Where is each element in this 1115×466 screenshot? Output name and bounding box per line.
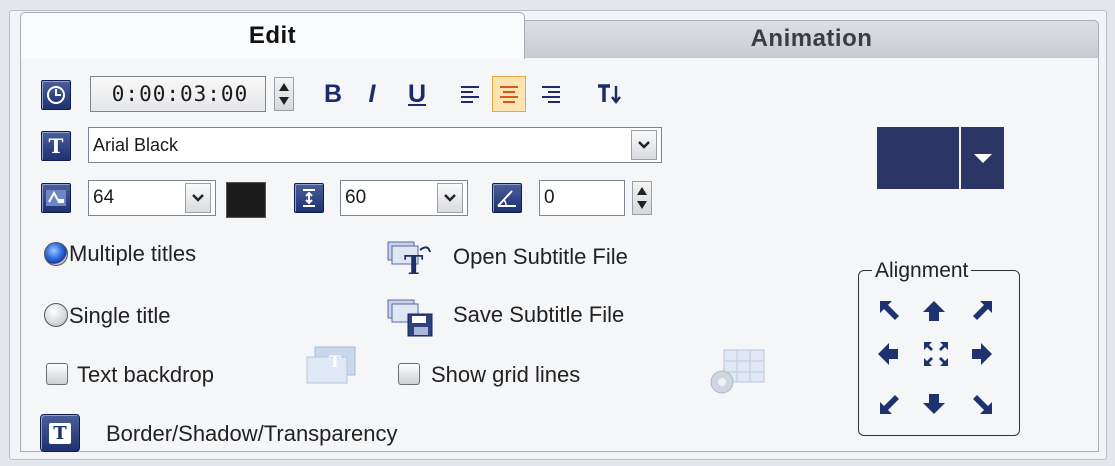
single-title-radio[interactable] [44,303,68,327]
font-select-value: Arial Black [93,134,179,155]
line-spacing-select[interactable]: 60 [340,180,468,216]
chevron-down-icon[interactable] [631,130,657,160]
align-center-icon[interactable] [922,340,950,368]
font-size-select[interactable]: 64 [88,180,216,216]
save-subtitle-icon[interactable] [386,296,433,337]
text-backdrop-checkbox[interactable] [46,363,68,385]
alignment-title: Alignment [872,259,972,283]
align-top-right-icon[interactable] [968,297,996,325]
font-size-icon [41,183,71,213]
save-subtitle-label[interactable]: Save Subtitle File [453,302,624,328]
align-bottom-right-icon[interactable] [968,390,996,418]
font-icon[interactable]: T [41,131,71,161]
align-top-center-icon[interactable] [920,297,948,325]
open-subtitle-label[interactable]: Open Subtitle File [453,244,628,270]
italic-button[interactable]: I [355,76,389,112]
chevron-down-icon[interactable] [437,183,463,213]
align-bottom-left-icon[interactable] [876,390,904,418]
text-color-swatch[interactable] [877,127,959,189]
align-left-icon[interactable] [453,76,487,112]
duration-input[interactable]: 0:00:03:00 [90,76,266,112]
align-center-icon[interactable] [492,76,526,112]
multiple-titles-radio[interactable] [44,242,68,266]
line-spacing-icon [294,183,324,213]
show-grid-lines-label[interactable]: Show grid lines [431,362,580,388]
tab-animation[interactable]: Animation [524,20,1099,57]
angle-input[interactable]: 0 [539,180,625,216]
clock-icon[interactable] [41,80,71,110]
align-top-left-icon[interactable] [876,297,904,325]
align-middle-left-icon[interactable] [874,340,902,368]
underline-button[interactable]: U [400,76,434,112]
bold-button[interactable]: B [316,76,350,112]
border-shadow-label[interactable]: Border/Shadow/Transparency [106,421,397,447]
text-backdrop-label[interactable]: Text backdrop [77,362,214,388]
show-grid-lines-checkbox[interactable] [398,363,420,385]
font-select[interactable]: Arial Black [88,127,662,163]
font-size-value: 64 [93,187,115,208]
align-bottom-center-icon[interactable] [920,390,948,418]
duration-stepper[interactable] [274,77,294,111]
text-color-dropdown[interactable] [961,127,1004,189]
vertical-text-icon[interactable] [592,76,626,112]
svg-text:T: T [404,251,424,278]
angle-icon [492,183,522,213]
single-title-label[interactable]: Single title [69,303,171,329]
font-color-swatch[interactable] [226,182,266,218]
chevron-down-icon[interactable] [185,183,211,213]
angle-stepper[interactable] [632,181,652,215]
tab-edit[interactable]: Edit [20,12,525,59]
align-right-icon[interactable] [534,76,568,112]
border-shadow-icon[interactable]: T [40,414,80,452]
open-subtitle-icon[interactable]: T [386,238,432,281]
backdrop-settings-icon: T [305,345,356,385]
grid-settings-icon [706,348,765,394]
svg-text:T: T [329,352,341,371]
multiple-titles-label[interactable]: Multiple titles [69,241,196,267]
line-spacing-value: 60 [345,187,367,208]
align-middle-right-icon[interactable] [968,340,996,368]
